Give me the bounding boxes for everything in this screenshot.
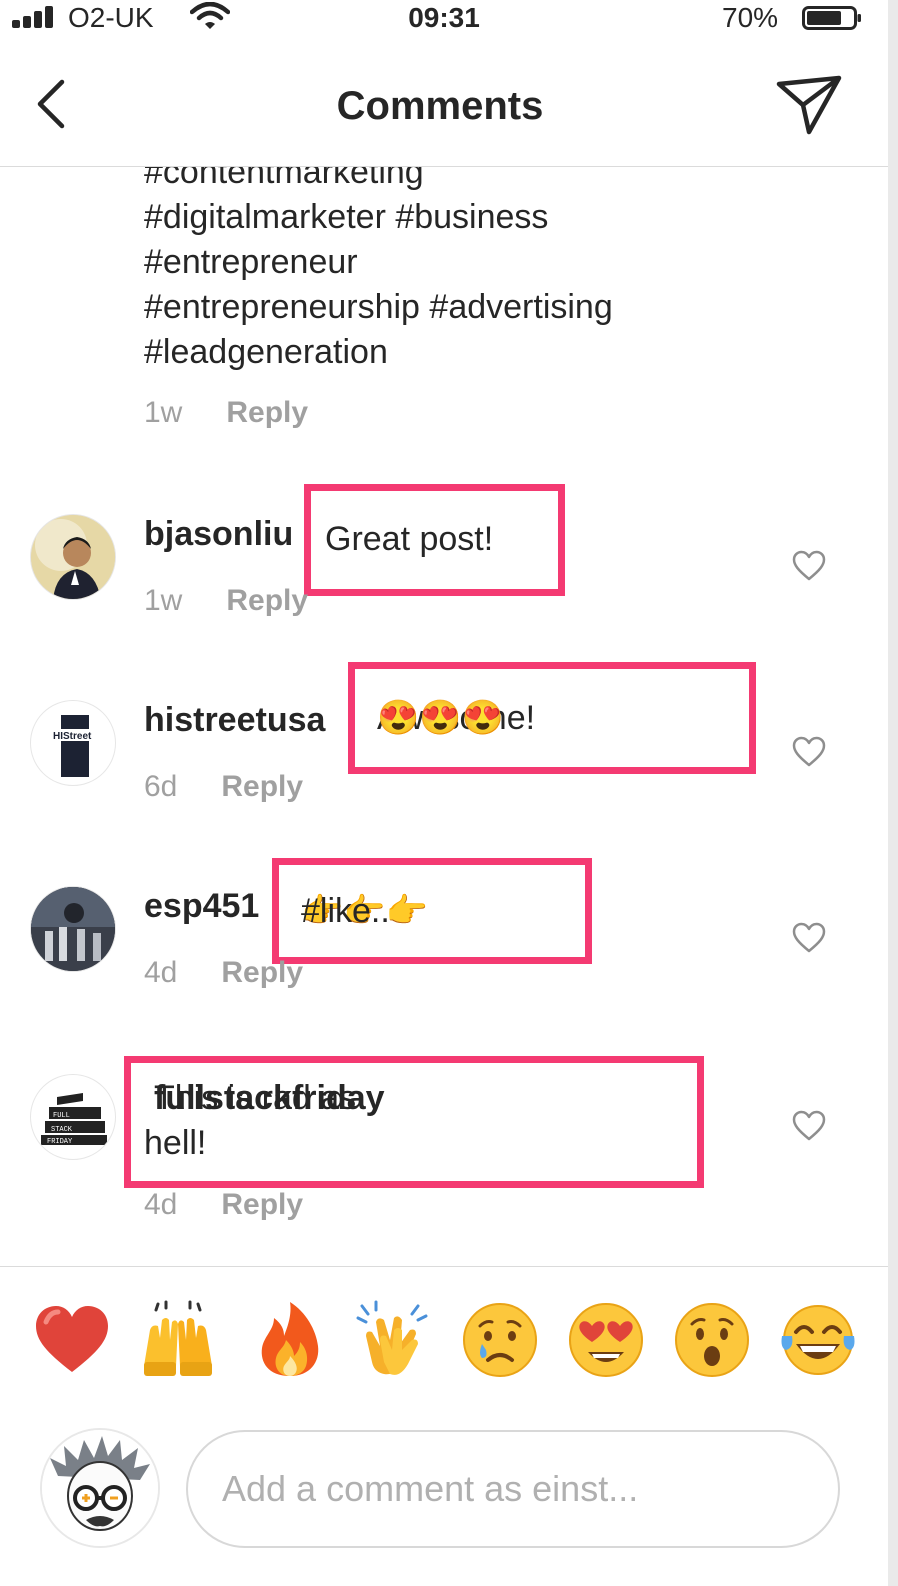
highlight-box: 👉👉👉 #like.. (272, 858, 592, 964)
comment-meta: 6d Reply (144, 770, 303, 804)
status-bar: O2-UK 09:31 70% (0, 0, 888, 40)
raising-hands-emoji-icon[interactable] (138, 1300, 218, 1380)
svg-text:FULL: FULL (53, 1112, 70, 1120)
reply-button[interactable]: Reply (221, 770, 303, 803)
timestamp: 4d (144, 1188, 178, 1221)
like-heart-icon[interactable] (792, 550, 826, 582)
username[interactable]: histreetusa (144, 701, 325, 739)
comment-text-part: #like.. (301, 892, 390, 930)
page-title: Comments (336, 84, 544, 128)
caption-line: #entrepreneur (144, 243, 358, 281)
comments-list[interactable]: #contentmarketing #digitalmarketer #busi… (0, 166, 888, 1266)
reply-button[interactable]: Reply (221, 1188, 303, 1221)
crying-face-emoji-icon[interactable] (460, 1300, 540, 1380)
comment-text: histreetusa (144, 698, 325, 743)
current-user-avatar (40, 1428, 160, 1548)
avatar-bjasonliu[interactable] (30, 514, 116, 600)
comment-text: bjasonliu (144, 512, 293, 557)
heart-eyes-emoji: 😍😍😍 (377, 699, 505, 737)
avatar-esp451[interactable] (30, 886, 116, 972)
timestamp: 1w (144, 396, 183, 429)
quick-reaction-bar (0, 1300, 888, 1390)
highlight-box: Great post! (304, 484, 565, 596)
svg-text:HIStreet: HIStreet (53, 731, 92, 742)
direct-message-send-icon[interactable] (776, 74, 842, 136)
battery-percentage: 70% (722, 2, 779, 33)
reply-button[interactable]: Reply (226, 396, 308, 429)
avatar-fullstackfriday[interactable]: FULL STACK FRIDAY (30, 1074, 116, 1160)
red-heart-emoji-icon[interactable] (32, 1300, 112, 1380)
nav-bar: Comments (0, 40, 888, 167)
highlight-box: fullstackfriday This is rad as hell! (124, 1056, 704, 1188)
screen: O2-UK 09:31 70% Comments #contentmarketi… (0, 0, 888, 1586)
reply-button[interactable]: Reply (226, 584, 308, 617)
caption-line: #digitalmarketer #business (144, 198, 549, 236)
timestamp: 6d (144, 770, 178, 803)
like-heart-icon[interactable] (792, 922, 826, 954)
comment-body: Great post! (325, 520, 494, 558)
clapping-hands-emoji-icon[interactable] (354, 1300, 434, 1380)
tears-of-joy-emoji-icon[interactable] (778, 1300, 858, 1380)
svg-text:FRIDAY: FRIDAY (47, 1138, 73, 1146)
timestamp: 1w (144, 584, 183, 617)
surprised-face-emoji-icon[interactable] (672, 1300, 752, 1380)
svg-text:STACK: STACK (51, 1126, 73, 1134)
comment-body-line2: hell! (144, 1124, 207, 1162)
battery-icon (802, 6, 861, 30)
post-caption: #contentmarketing #digitalmarketer #busi… (144, 166, 784, 375)
heart-eyes-emoji-icon[interactable] (566, 1300, 646, 1380)
caption-meta: 1w Reply (144, 396, 308, 430)
comment-meta: 1w Reply (144, 584, 308, 618)
username[interactable]: esp451 (144, 887, 259, 925)
username[interactable]: bjasonliu (144, 515, 293, 553)
caption-line: #leadgeneration (144, 333, 388, 371)
divider (0, 1266, 888, 1267)
timestamp: 4d (144, 956, 178, 989)
add-comment-input[interactable] (186, 1430, 840, 1548)
caption-line: #entrepreneurship #advertising (144, 288, 613, 326)
reply-button[interactable]: Reply (221, 956, 303, 989)
comment-meta: 4d Reply (144, 956, 303, 990)
comment-text-part: This is rad as (154, 1079, 357, 1117)
like-heart-icon[interactable] (792, 1110, 826, 1142)
avatar-histreetusa[interactable]: HIStreet (30, 700, 116, 786)
fire-emoji-icon[interactable] (250, 1300, 330, 1380)
highlight-box: Awesome! 😍😍😍 (348, 662, 756, 774)
like-heart-icon[interactable] (792, 736, 826, 768)
comment-meta: 4d Reply (144, 1188, 303, 1222)
screen-edge (888, 0, 898, 1586)
comment-text: esp451 (144, 884, 259, 929)
